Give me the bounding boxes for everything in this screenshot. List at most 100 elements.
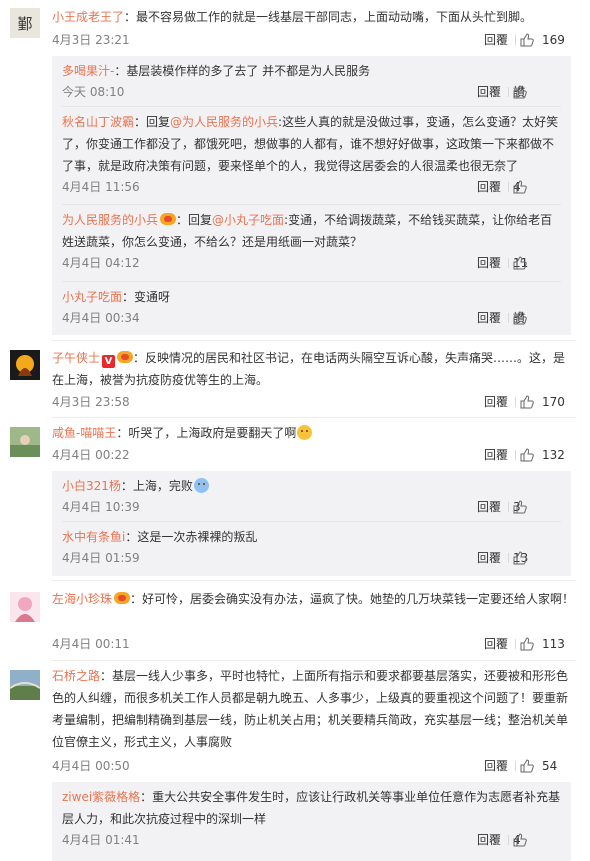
comment-time: 4月4日 00:22 xyxy=(52,448,130,462)
mention-link[interactable]: @为人民服务的小兵 xyxy=(170,115,278,129)
comment-username[interactable]: 咸鱼-喵喵王 xyxy=(52,426,116,440)
reply-button[interactable]: 回覆 xyxy=(477,82,501,102)
divider xyxy=(508,87,509,97)
reply-button[interactable]: 回覆 xyxy=(477,177,501,197)
reply-time: 4月4日 01:41 xyxy=(62,833,140,847)
thumbs-up-icon xyxy=(520,33,534,47)
reply-time: 4月4日 04:12 xyxy=(62,256,140,270)
reply-username[interactable]: 为人民服务的小兵 xyxy=(62,213,158,227)
crying-emoji-icon xyxy=(193,478,209,493)
comment-text: ：听哭了，上海政府是要翻天了啊 xyxy=(116,426,297,440)
thumbs-up-icon xyxy=(520,395,534,409)
comment-username[interactable]: 子午侠士 xyxy=(52,351,100,365)
reply-time: 4月4日 10:39 xyxy=(62,500,140,514)
divider xyxy=(508,835,509,845)
avatar[interactable] xyxy=(10,670,40,700)
thumbs-up-icon xyxy=(520,637,534,651)
reply-list: 小白321杨：上海，完败 4月4日 10:39 回覆 3 水中有条鱼i：这是一次赤裸… xyxy=(52,471,571,576)
thumbs-up-icon xyxy=(513,551,527,565)
comment-time: 4月4日 00:50 xyxy=(52,759,130,773)
reply-button[interactable]: 回覆 xyxy=(477,308,501,328)
mention-link[interactable]: @小丸子吃面 xyxy=(212,213,284,227)
thumbs-up-icon xyxy=(520,448,534,462)
like-button[interactable]: 讃 xyxy=(513,82,561,102)
reply-list: ziwei紫薇格格：重大公共安全事件发生时，应该让行政机关等事业单位任意作为志愿… xyxy=(52,782,571,861)
reply-button[interactable]: 回覆 xyxy=(477,548,501,568)
thumbs-up-icon xyxy=(513,311,527,325)
comment-text: ：最不容易做工作的就是一线基层干部同志，上面动动嘴，下面从头忙到脚。 xyxy=(124,10,533,24)
reply-button[interactable]: 回覆 xyxy=(477,253,501,273)
svg-text:鄞: 鄞 xyxy=(17,15,32,33)
comment: 鄞 小王成老王了：最不容易做工作的就是一线基层干部同志，上面动动嘴，下面从头忙到… xyxy=(0,0,590,335)
divider xyxy=(508,553,509,563)
verified-badge-icon: V xyxy=(102,355,116,368)
like-button[interactable]: 讃 xyxy=(513,308,561,328)
comment: 子午侠士 V ：反映情况的居民和社区书记，在电话两头隔空互诉心酸，失声痛哭……。这，… xyxy=(0,340,590,415)
avatar[interactable] xyxy=(10,592,40,622)
reply-time: 4月4日 01:59 xyxy=(62,551,140,565)
thumbs-up-icon xyxy=(513,256,527,270)
thumbs-up-icon xyxy=(513,833,527,847)
reply-username[interactable]: 小白321杨 xyxy=(62,479,121,493)
like-button[interactable]: 4 xyxy=(513,177,561,197)
reply-button[interactable]: 回覆 xyxy=(484,30,508,50)
member-badge-icon xyxy=(117,351,134,363)
comment-text: ：基层一线人少事多，平时也特忙，上面所有指示和要求都要基层落实，还要被和形形色色… xyxy=(52,669,569,749)
divider xyxy=(62,204,561,205)
like-count: 113 xyxy=(542,637,565,651)
reply-text: ：上海，完败 xyxy=(120,479,193,493)
reply-list: 多喝果汁-：基层装模作样的多了去了 并不都是为人民服务 今天 08:10 回覆讃 … xyxy=(52,56,571,335)
avatar[interactable]: 鄞 xyxy=(10,8,40,38)
member-badge-icon xyxy=(160,213,177,225)
reply-username[interactable]: 水中有条鱼i xyxy=(62,530,125,544)
reply-text: ：这是一次赤裸裸的叛乱 xyxy=(125,530,258,544)
comment: 左海小珍珠 ：好可怜，居委会确实没有办法，逼疯了快。她垫的几万块菜钱一定要还给人家… xyxy=(0,580,590,658)
reply-time: 4月4日 00:34 xyxy=(62,311,140,325)
like-button[interactable]: 4 xyxy=(513,830,561,850)
like-button[interactable]: 13 xyxy=(513,548,561,568)
comment: 石桥之路：基层一线人少事多，平时也特忙，上面所有指示和要求都要基层落实，还要被和… xyxy=(0,660,590,861)
divider xyxy=(62,106,561,107)
comment-time: 4月3日 23:58 xyxy=(52,395,130,409)
comment-time: 4月3日 23:21 xyxy=(52,33,130,47)
avatar[interactable] xyxy=(10,350,40,380)
reply-time: 今天 08:10 xyxy=(62,85,125,99)
comment: 咸鱼-喵喵王：听哭了，上海政府是要翻天了啊 4月4日 00:22 回覆 132 … xyxy=(0,417,590,577)
divider xyxy=(62,281,561,282)
divider xyxy=(508,182,509,192)
member-badge-icon xyxy=(114,592,131,604)
reply-username[interactable]: 秋名山丁波霸 xyxy=(62,115,134,129)
comment-username[interactable]: 石桥之路 xyxy=(52,669,100,683)
thumbs-up-icon xyxy=(513,85,527,99)
reply-text: ：基层装模作样的多了去了 并不都是为人民服务 xyxy=(114,64,371,78)
divider xyxy=(515,397,516,407)
divider xyxy=(508,502,509,512)
like-count: 132 xyxy=(542,448,565,462)
reply-button[interactable]: 回覆 xyxy=(484,445,508,465)
divider xyxy=(62,521,561,522)
like-button[interactable]: 11 xyxy=(513,253,561,273)
divider xyxy=(508,258,509,268)
reply-button[interactable]: 回覆 xyxy=(484,756,508,776)
comment-username[interactable]: 左海小珍珠 xyxy=(52,592,112,606)
reply-username[interactable]: ziwei紫薇格格 xyxy=(62,790,140,804)
smiley-emoji-icon xyxy=(297,425,313,440)
like-count: 169 xyxy=(542,33,565,47)
comment-username[interactable]: 小王成老王了 xyxy=(52,10,124,24)
thumbs-up-icon xyxy=(520,759,534,773)
reply-button[interactable]: 回覆 xyxy=(477,830,501,850)
reply-time: 4月4日 11:56 xyxy=(62,180,140,194)
reply-button[interactable]: 回覆 xyxy=(484,634,508,654)
like-button[interactable]: 3 xyxy=(513,497,561,517)
thumbs-up-icon xyxy=(513,500,527,514)
reply-button[interactable]: 回覆 xyxy=(484,392,508,412)
reply-username[interactable]: 小丸子吃面 xyxy=(62,290,122,304)
reply-button[interactable]: 回覆 xyxy=(477,497,501,517)
reply-text: ：变通呀 xyxy=(122,290,171,304)
reply-username[interactable]: 多喝果汁- xyxy=(62,64,114,78)
avatar[interactable] xyxy=(10,427,40,457)
divider xyxy=(515,35,516,45)
thumbs-up-icon xyxy=(513,180,527,194)
like-count: 170 xyxy=(542,395,565,409)
comment-text: ：好可怜，居委会确实没有办法，逼疯了快。她垫的几万块菜钱一定要还给人家啊！ xyxy=(130,592,575,606)
